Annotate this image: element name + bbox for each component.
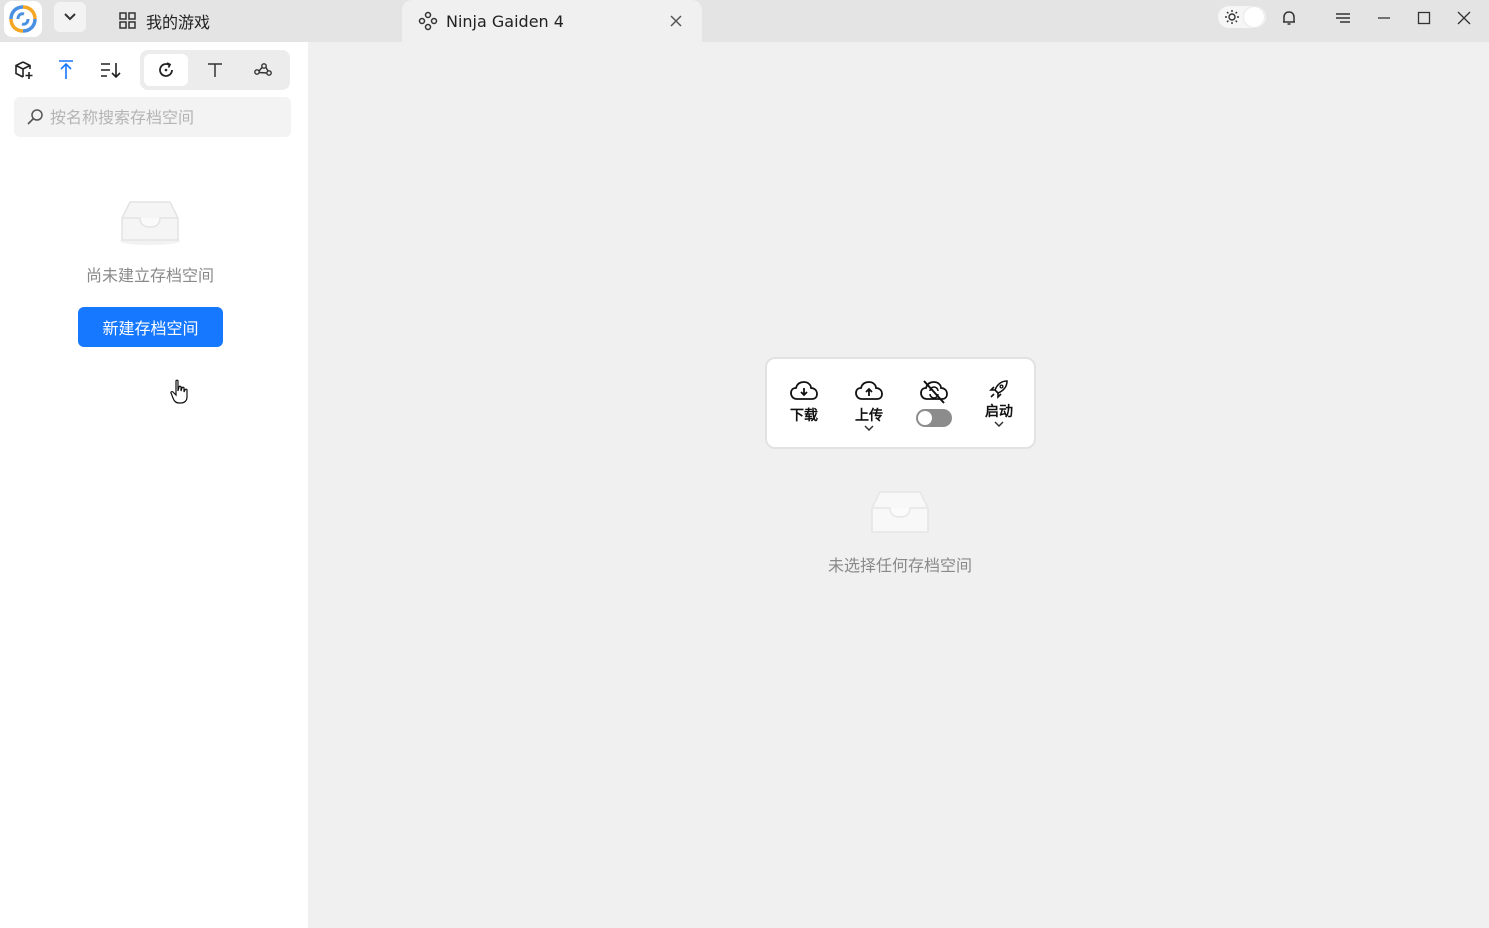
cloud-sync-off-icon [920,380,948,404]
minimize-button[interactable] [1372,6,1396,30]
grid-icon [118,11,138,31]
tab-label: Ninja Gaiden 4 [446,11,564,31]
sort-by-relation-button[interactable] [248,56,278,84]
theme-toggle[interactable] [1218,6,1266,28]
gamepad-icon [418,11,438,31]
notification-button[interactable] [1277,6,1301,30]
menu-icon [1336,13,1350,23]
minimize-icon [1378,17,1390,19]
download-button[interactable]: 下载 [779,379,829,425]
hand-cursor-icon [170,379,188,404]
app-logo-icon[interactable] [4,1,42,37]
add-save-space-button[interactable] [9,56,39,84]
cloud-download-icon [790,381,818,400]
empty-inbox-icon [120,201,180,245]
bell-icon [1283,11,1295,25]
save-actions-panel: 下载 上传 启动 [765,357,1036,449]
sync-switch[interactable] [916,409,952,427]
cloud-upload-icon [855,381,883,400]
search-field[interactable] [14,97,291,137]
close-icon [1457,11,1471,25]
create-save-space-button[interactable]: 新建存档空间 [78,307,223,347]
text-icon [208,63,222,77]
chevron-down-icon [994,421,1004,427]
sort-order-button[interactable] [95,56,125,84]
search-input[interactable] [50,107,280,127]
toggle-knob [1244,7,1264,27]
sort-by-name-button[interactable] [200,56,230,84]
sort-ascending-button[interactable] [51,56,81,84]
sort-by-time-button[interactable] [151,56,181,84]
maximize-icon [1417,11,1431,25]
search-icon [27,109,43,125]
close-tab-icon[interactable] [666,11,686,31]
maximize-button[interactable] [1412,6,1436,30]
chevron-down-icon [64,13,76,21]
sort-list-icon [101,63,121,79]
tab-my-games[interactable]: 我的游戏 [104,0,394,42]
title-bar: 我的游戏 Ninja Gaiden 4 [0,0,1489,42]
tab-label: 我的游戏 [146,13,211,32]
share-icon [254,63,272,76]
empty-state-text: 尚未建立存档空间 [85,266,214,285]
launch-button[interactable]: 启动 [974,379,1024,427]
sidebar: 尚未建立存档空间 新建存档空间 [0,42,308,928]
sun-icon [1225,10,1239,24]
upload-label: 上传 [855,408,883,424]
sort-mode-segmented [140,50,290,90]
download-label: 下载 [790,408,818,424]
upload-button[interactable]: 上传 [844,379,894,431]
close-window-button[interactable] [1452,6,1476,30]
add-box-icon [15,61,33,79]
rocket-icon [989,380,1008,399]
main-empty-state-text: 未选择任何存档空间 [827,556,972,575]
tab-ninja-gaiden[interactable]: Ninja Gaiden 4 [402,0,702,42]
tab-dropdown-button[interactable] [54,2,86,32]
sort-up-icon [59,60,73,79]
menu-button[interactable] [1331,6,1355,30]
refresh-icon [159,62,173,77]
launch-label: 启动 [985,404,1013,420]
cloud-sync-toggle[interactable] [909,379,959,427]
empty-inbox-icon [871,491,929,533]
chevron-down-icon [864,425,874,431]
